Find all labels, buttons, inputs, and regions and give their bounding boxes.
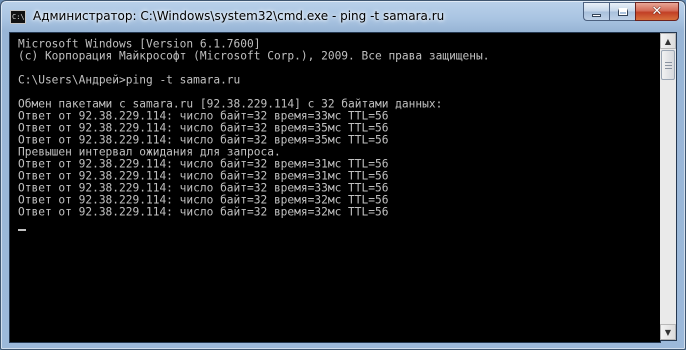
close-button[interactable]: ✕ — [635, 2, 679, 21]
maximize-button[interactable] — [609, 2, 635, 21]
grip-line — [665, 68, 672, 69]
text-cursor — [18, 229, 26, 231]
grip-line — [665, 62, 672, 63]
console-line: Ответ от 92.38.229.114: число байт=32 вр… — [18, 204, 389, 219]
close-icon: ✕ — [651, 4, 663, 19]
minimize-icon — [592, 14, 601, 17]
title-bar[interactable]: C:\ Администратор: C:\Windows\system32\c… — [1, 1, 685, 33]
vertical-scrollbar[interactable]: ▲ ▼ — [660, 32, 677, 341]
cmd-window: C:\ Администратор: C:\Windows\system32\c… — [0, 0, 686, 350]
scroll-down-button[interactable]: ▼ — [660, 324, 676, 340]
arrow-up-icon: ▲ — [664, 36, 672, 46]
scroll-thumb[interactable] — [661, 50, 675, 80]
scroll-up-button[interactable]: ▲ — [660, 33, 676, 49]
window-title: Администратор: C:\Windows\system32\cmd.e… — [33, 9, 445, 23]
grip-line — [665, 65, 672, 66]
console-lines: Microsoft Windows [Version 6.1.7600] (c) … — [18, 37, 490, 219]
console-line: C:\Users\Андрей>ping -t samara.ru — [18, 72, 241, 87]
console-output-area[interactable]: Microsoft Windows [Version 6.1.7600] (c) … — [9, 32, 661, 343]
caption-buttons: ✕ — [583, 2, 679, 21]
maximize-icon — [617, 7, 628, 16]
console-app-icon[interactable]: C:\ — [10, 10, 26, 24]
minimize-button[interactable] — [583, 2, 609, 21]
arrow-down-icon: ▼ — [664, 327, 672, 337]
console-line: (c) Корпорация Майкрософт (Microsoft Cor… — [18, 48, 490, 63]
